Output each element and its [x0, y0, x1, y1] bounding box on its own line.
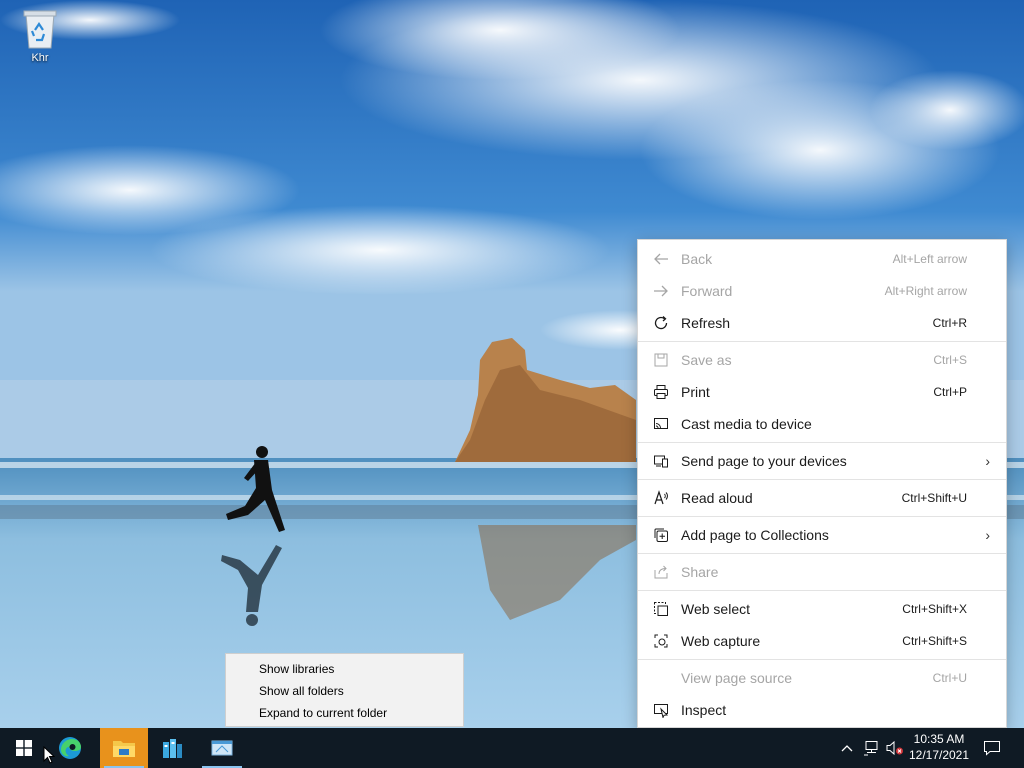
notification-icon — [984, 741, 1000, 756]
menu-separator — [638, 553, 1006, 554]
menu-item-web-select[interactable]: Web select Ctrl+Shift+X — [638, 593, 1006, 625]
recycle-bin-shortcut[interactable]: Khr — [14, 8, 66, 64]
refresh-icon — [651, 313, 671, 333]
windows-logo-icon — [16, 740, 32, 756]
inspect-icon — [651, 700, 671, 720]
taskbar-server-manager-button[interactable] — [148, 728, 196, 768]
web-capture-icon — [651, 631, 671, 651]
menu-item-share[interactable]: Share — [638, 556, 1006, 588]
forward-arrow-icon — [651, 281, 671, 301]
menu-item-print[interactable]: Print Ctrl+P — [638, 376, 1006, 408]
menu-item-label: Back — [681, 251, 713, 267]
menu-item-shortcut: Ctrl+R — [932, 316, 967, 330]
network-tray-button[interactable] — [860, 728, 882, 768]
menu-item-shortcut: Ctrl+Shift+X — [902, 602, 967, 616]
menu-separator — [638, 590, 1006, 591]
menu-item-label: Web select — [681, 601, 750, 617]
menu-item-shortcut: Ctrl+Shift+U — [901, 491, 967, 505]
save-icon — [651, 350, 671, 370]
menu-item-save-as[interactable]: Save as Ctrl+S — [638, 344, 1006, 376]
network-icon — [864, 741, 878, 756]
menu-item-shortcut: Ctrl+P — [933, 385, 967, 399]
recycle-bin-icon — [23, 10, 57, 49]
navigation-pane-context-menu: Show libraries Show all folders Expand t… — [225, 653, 464, 727]
application-window-icon — [211, 740, 233, 756]
chevron-right-icon: › — [985, 527, 990, 543]
back-arrow-icon — [651, 249, 671, 269]
taskbar: 10:35 AM 12/17/2021 — [0, 728, 1024, 768]
menu-item-show-all-folders[interactable]: Show all folders — [226, 680, 463, 702]
menu-item-shortcut: Alt+Right arrow — [884, 284, 967, 298]
menu-item-shortcut: Alt+Left arrow — [892, 252, 967, 266]
taskbar-app-button[interactable] — [198, 728, 246, 768]
menu-item-label: Send page to your devices — [681, 453, 847, 469]
collections-icon — [651, 525, 671, 545]
volume-muted-icon — [886, 740, 903, 756]
menu-item-label: Web capture — [681, 633, 761, 649]
clock-date: 12/17/2021 — [908, 748, 970, 762]
menu-item-label: Print — [681, 384, 710, 400]
menu-item-view-page-source[interactable]: View page source Ctrl+U — [638, 662, 1006, 694]
menu-item-label: Forward — [681, 283, 733, 299]
menu-item-label: Save as — [681, 352, 732, 368]
clock-time: 10:35 AM — [913, 732, 965, 746]
menu-item-inspect[interactable]: Inspect — [638, 694, 1006, 726]
menu-item-expand-to-current-folder[interactable]: Expand to current folder — [226, 702, 463, 724]
menu-item-cast[interactable]: Cast media to device — [638, 408, 1006, 440]
show-hidden-icons-button[interactable] — [838, 728, 856, 768]
taskbar-clock[interactable]: 10:35 AM 12/17/2021 — [904, 731, 974, 763]
menu-separator — [638, 479, 1006, 480]
menu-item-label: Inspect — [681, 702, 727, 718]
menu-item-web-capture[interactable]: Web capture Ctrl+Shift+S — [638, 625, 1006, 657]
printer-icon — [651, 382, 671, 402]
menu-item-refresh[interactable]: Refresh Ctrl+R — [638, 307, 1006, 339]
menu-item-send-page-to-devices[interactable]: Send page to your devices › — [638, 445, 1006, 477]
menu-separator — [638, 442, 1006, 443]
edge-browser-icon — [59, 737, 81, 759]
share-icon — [651, 562, 671, 582]
menu-item-label: Share — [681, 564, 719, 580]
menu-item-shortcut: Ctrl+U — [932, 671, 967, 685]
menu-separator — [638, 516, 1006, 517]
devices-icon — [651, 451, 671, 471]
menu-item-label: Add page to Collections — [681, 527, 829, 543]
menu-item-label: View page source — [681, 670, 793, 686]
browser-context-menu: Back Alt+Left arrow Forward Alt+Right ar… — [637, 239, 1007, 728]
chevron-up-icon — [841, 745, 853, 752]
menu-item-label: Cast media to device — [681, 416, 812, 432]
menu-separator — [638, 341, 1006, 342]
taskbar-file-explorer-button[interactable] — [100, 728, 148, 768]
menu-separator — [638, 659, 1006, 660]
web-select-icon — [651, 599, 671, 619]
menu-item-add-to-collections[interactable]: Add page to Collections › — [638, 519, 1006, 551]
menu-item-read-aloud[interactable]: Read aloud Ctrl+Shift+U — [638, 482, 1006, 514]
recycle-bin-label: Khr — [31, 52, 49, 64]
server-manager-icon — [163, 739, 182, 758]
folder-icon — [113, 741, 135, 757]
menu-item-label: Refresh — [681, 315, 731, 331]
menu-item-shortcut: Ctrl+S — [933, 353, 967, 367]
menu-item-back[interactable]: Back Alt+Left arrow — [638, 243, 1006, 275]
menu-item-shortcut: Ctrl+Shift+S — [902, 634, 967, 648]
volume-tray-button[interactable] — [884, 728, 906, 768]
taskbar-edge-button[interactable] — [46, 728, 94, 768]
action-center-button[interactable] — [978, 728, 1006, 768]
chevron-right-icon: › — [985, 453, 990, 469]
menu-item-show-libraries[interactable]: Show libraries — [226, 658, 463, 680]
cast-icon — [651, 414, 671, 434]
read-aloud-icon — [651, 488, 671, 508]
menu-item-forward[interactable]: Forward Alt+Right arrow — [638, 275, 1006, 307]
start-button[interactable] — [0, 728, 48, 768]
menu-item-label: Read aloud — [681, 490, 753, 506]
